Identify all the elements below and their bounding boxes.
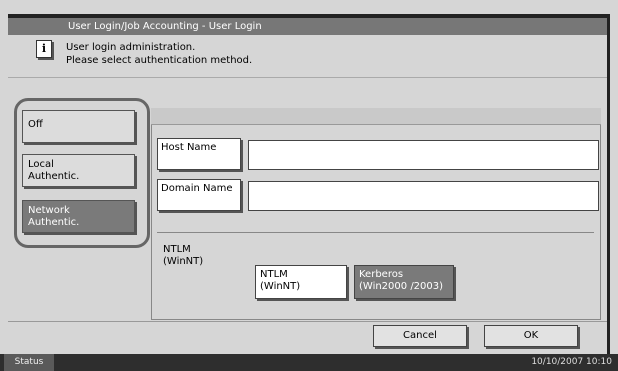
domain-name-button[interactable]: Domain Name [157,179,241,211]
domain-name-field[interactable] [248,181,599,211]
status-button[interactable]: Status [4,354,54,371]
datetime: 10/10/2007 10:10 [531,357,612,367]
kerberos-label-2: (Win2000 /2003) [359,281,444,292]
network-authentic-button[interactable]: Network Authentic. [22,200,135,233]
ntlm-heading-2: (WinNT) [163,256,204,267]
cancel-button[interactable]: Cancel [373,325,467,347]
right-edge [607,14,610,354]
ntlm-heading-1: NTLM [163,244,191,255]
off-label: Off [28,119,43,130]
domain-name-label: Domain Name [161,183,233,194]
message-line-2: Please select authentication method. [66,55,253,66]
off-button[interactable]: Off [22,110,135,143]
local-label-1: Local [28,159,54,170]
network-label-2: Authentic. [28,217,80,228]
host-name-field[interactable] [248,140,599,170]
title-bar: User Login/Job Accounting - User Login [8,18,607,35]
panel-header-strip [151,108,601,125]
panel-divider [157,232,594,233]
ntlm-opt-label-2: (WinNT) [260,281,301,292]
footer-divider [8,321,607,322]
divider [8,77,607,78]
info-icon: i [36,40,52,58]
window-title: User Login/Job Accounting - User Login [68,21,262,32]
message-line-1: User login administration. [66,42,196,53]
host-name-label: Host Name [161,142,217,153]
kerberos-button[interactable]: Kerberos (Win2000 /2003) [354,265,454,299]
network-label-1: Network [28,205,70,216]
local-label-2: Authentic. [28,171,80,182]
local-authentic-button[interactable]: Local Authentic. [22,154,135,187]
host-name-button[interactable]: Host Name [157,138,241,170]
ok-button[interactable]: OK [484,325,578,347]
ntlm-opt-label-1: NTLM [260,269,288,280]
status-bar [0,354,618,371]
ntlm-winnt-button[interactable]: NTLM (WinNT) [255,265,347,299]
kerberos-label-1: Kerberos [359,269,404,280]
